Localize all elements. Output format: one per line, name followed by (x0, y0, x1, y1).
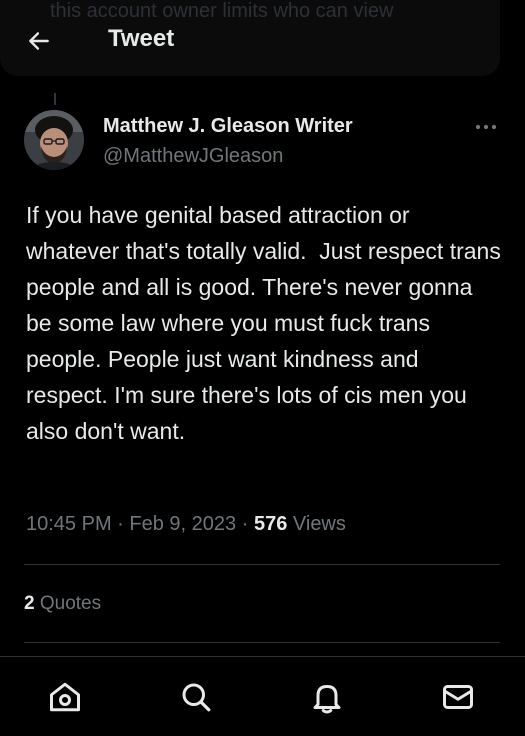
bell-icon (313, 685, 341, 714)
views-count: 576 (253, 513, 288, 535)
more-dots-icon (475, 124, 497, 130)
author-display-name[interactable]: Matthew J. Gleason Writer (103, 115, 353, 138)
page-title: Tweet (108, 25, 175, 52)
tweet-time[interactable]: 10:45 PM (26, 513, 112, 535)
views-label: Views (292, 513, 346, 535)
quotes-label: Quotes (39, 593, 102, 614)
more-options-button[interactable] (470, 115, 502, 139)
avatar-image (24, 110, 84, 170)
search-icon (182, 683, 211, 712)
bottom-nav (0, 656, 525, 736)
top-bar: Tweet (0, 0, 525, 78)
back-button[interactable] (22, 24, 56, 58)
thread-connector-line (54, 93, 56, 105)
tweet-text: If you have genital based attraction or … (26, 202, 508, 444)
quotes-count: 2 (24, 593, 35, 614)
author-handle[interactable]: @MatthewJGleason (103, 145, 283, 168)
tweet-meta: 10:45 PM · Feb 9, 2023 · 576 Views (26, 513, 346, 536)
nav-notifications[interactable] (307, 677, 347, 717)
nav-home[interactable] (45, 677, 85, 717)
back-arrow-icon (29, 32, 49, 50)
meta-separator: · (241, 513, 249, 535)
divider (24, 642, 500, 643)
meta-separator: · (117, 513, 124, 535)
nav-messages[interactable] (438, 677, 478, 717)
nav-search[interactable] (176, 677, 216, 717)
avatar[interactable] (24, 110, 84, 170)
mail-icon (443, 685, 473, 709)
tweet-date[interactable]: Feb 9, 2023 (129, 513, 236, 535)
quotes-link[interactable]: 2 Quotes (24, 593, 101, 615)
home-icon (50, 682, 80, 712)
divider (24, 564, 500, 565)
